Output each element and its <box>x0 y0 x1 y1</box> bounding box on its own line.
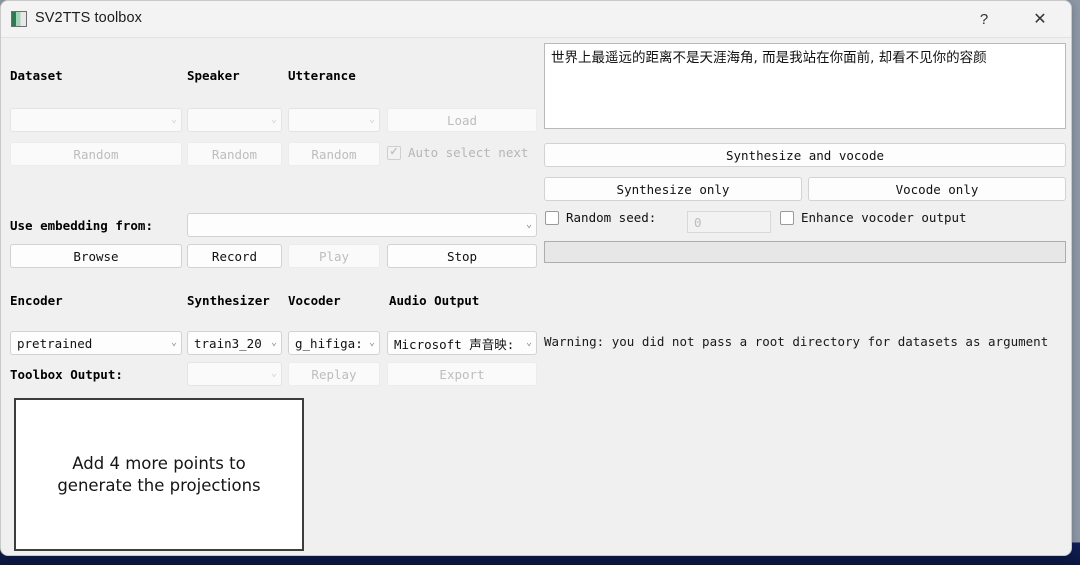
use-embedding-from-label: Use embedding from: <box>10 218 153 233</box>
chevron-down-icon: ⌄ <box>170 337 177 348</box>
synthesize-and-vocode-button[interactable]: Synthesize and vocode <box>544 143 1066 167</box>
label-vocoder: Vocoder <box>288 293 341 308</box>
encoder-select-value: pretrained <box>17 335 93 351</box>
projection-placeholder-text: Add 4 more points to generate the projec… <box>57 454 261 495</box>
app-logo-icon <box>11 11 27 27</box>
random-speaker-button[interactable]: Random <box>187 142 282 166</box>
chevron-down-icon: ⌄ <box>270 337 277 348</box>
chevron-down-icon: ⌄ <box>368 114 375 125</box>
synthesize-only-button[interactable]: Synthesize only <box>544 177 802 201</box>
label-utterance: Utterance <box>288 68 356 83</box>
chevron-down-icon: ⌄ <box>525 219 532 230</box>
toolbox-output-select[interactable]: ⌄ <box>187 362 282 386</box>
label-audio-output: Audio Output <box>389 293 480 308</box>
toolbox-output-label: Toolbox Output: <box>10 367 123 382</box>
warning-message: Warning: you did not pass a root directo… <box>544 334 1049 349</box>
label-speaker: Speaker <box>187 68 240 83</box>
auto-select-next-checkbox[interactable]: ✓ Auto select next <box>387 145 528 160</box>
replay-button[interactable]: Replay <box>288 362 380 386</box>
vocoder-select[interactable]: g_hifiga: ⌄ <box>288 331 380 355</box>
export-button[interactable]: Export <box>387 362 537 386</box>
checkbox-box <box>780 210 794 225</box>
chevron-down-icon: ⌄ <box>368 337 375 348</box>
enhance-vocoder-output-label: Enhance vocoder output <box>801 210 967 225</box>
random-seed-checkbox[interactable]: Random seed: <box>545 210 656 225</box>
enhance-vocoder-output-checkbox[interactable]: Enhance vocoder output <box>780 210 967 225</box>
embedding-source-select[interactable]: ⌄ <box>187 213 537 237</box>
utterance-select[interactable]: ⌄ <box>288 108 380 132</box>
checkbox-box <box>545 210 559 225</box>
title-bar: SV2TTS toolbox ? ✕ <box>1 1 1071 38</box>
vocode-only-button[interactable]: Vocode only <box>808 177 1066 201</box>
random-seed-input[interactable]: 0 <box>687 211 771 233</box>
umap-projection-canvas: Add 4 more points to generate the projec… <box>14 398 304 551</box>
audio-output-select-value: Microsoft 声音映: <box>394 336 515 352</box>
window-title: SV2TTS toolbox <box>35 10 142 26</box>
sv2tts-toolbox-window: SV2TTS toolbox ? ✕ Dataset Speaker Utter… <box>0 0 1072 556</box>
window-body: Dataset Speaker Utterance ⌄ ⌄ ⌄ Load Ran… <box>1 38 1071 555</box>
synthesizer-select-value: train3_20 <box>194 335 262 351</box>
label-synthesizer: Synthesizer <box>187 293 270 308</box>
chevron-down-icon: ⌄ <box>170 114 177 125</box>
record-button[interactable]: Record <box>187 244 282 268</box>
check-icon: ✓ <box>389 146 399 158</box>
random-dataset-button[interactable]: Random <box>10 142 182 166</box>
stop-button[interactable]: Stop <box>387 244 537 268</box>
label-encoder: Encoder <box>10 293 63 308</box>
synthesizer-select[interactable]: train3_20 ⌄ <box>187 331 282 355</box>
load-button[interactable]: Load <box>387 108 537 132</box>
play-button[interactable]: Play <box>288 244 380 268</box>
encoder-select[interactable]: pretrained ⌄ <box>10 331 182 355</box>
text-input[interactable]: 世界上最遥远的距离不是天涯海角, 而是我站在你面前, 却看不见你的容颜 <box>544 43 1066 129</box>
auto-select-next-label: Auto select next <box>408 145 529 160</box>
chevron-down-icon: ⌄ <box>525 337 532 348</box>
dataset-select[interactable]: ⌄ <box>10 108 182 132</box>
vocoder-select-value: g_hifiga: <box>295 335 363 351</box>
speaker-select[interactable]: ⌄ <box>187 108 282 132</box>
chevron-down-icon: ⌄ <box>270 114 277 125</box>
progress-bar <box>544 241 1066 263</box>
audio-output-select[interactable]: Microsoft 声音映: ⌄ <box>387 331 537 355</box>
label-dataset: Dataset <box>10 68 63 83</box>
close-icon[interactable]: ✕ <box>1017 1 1063 37</box>
checkbox-box: ✓ <box>387 145 401 160</box>
random-utterance-button[interactable]: Random <box>288 142 380 166</box>
browse-button[interactable]: Browse <box>10 244 182 268</box>
chevron-down-icon: ⌄ <box>270 368 277 379</box>
help-icon[interactable]: ? <box>961 1 1007 37</box>
random-seed-label: Random seed: <box>566 210 657 225</box>
